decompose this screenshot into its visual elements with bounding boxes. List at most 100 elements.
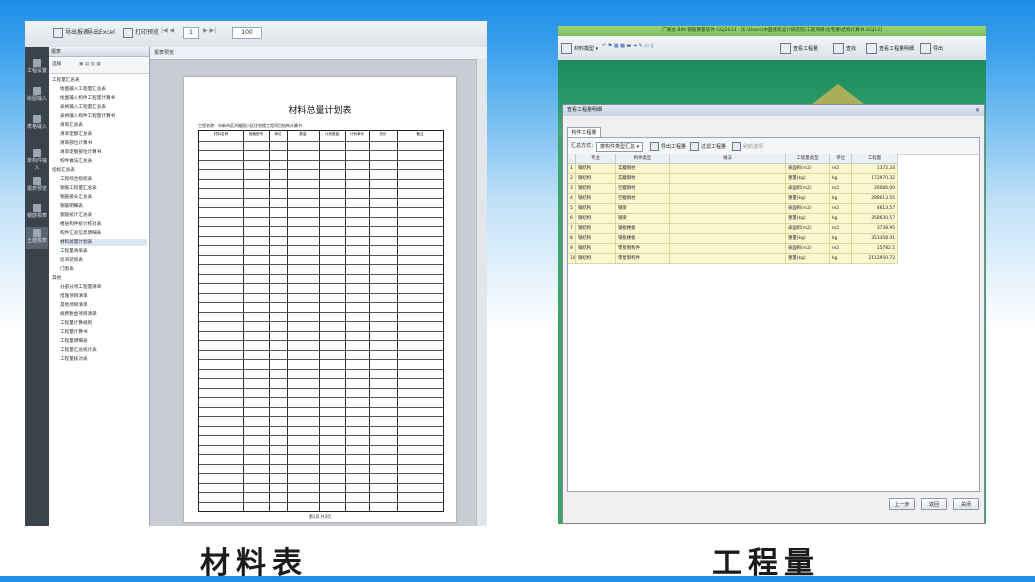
find-button[interactable]: 查找 xyxy=(833,43,856,54)
summary-select[interactable]: 按构件类型汇总 ▾ xyxy=(596,142,644,152)
grid-cell xyxy=(670,234,786,244)
zoom-input[interactable]: 100 xyxy=(232,27,262,39)
tree-item[interactable]: 措施项目清单 xyxy=(60,293,147,300)
grid-cell xyxy=(670,164,786,174)
rail-item-report-preview[interactable]: 报表预览 xyxy=(26,175,48,197)
tree-item[interactable]: 材料总量计划表 xyxy=(60,239,147,246)
tree-item[interactable]: 指标汇总表 xyxy=(52,167,147,174)
grid-cell: 172970.32 xyxy=(852,174,898,184)
close-icon[interactable]: ✕ xyxy=(975,105,980,116)
printer-icon xyxy=(123,27,133,38)
material-model-dropdown[interactable]: 材料模型 ▾ xyxy=(561,43,598,54)
tree-item[interactable]: 工程量清单表 xyxy=(60,248,147,255)
tree-item[interactable]: 清单汇总表 xyxy=(60,122,147,129)
quantity-dialog: 查看工程量明细 ✕ 构件工程量 汇总方式： 按构件类型汇总 ▾ 导出工程量 过滤… xyxy=(562,104,985,524)
print-preview-button[interactable]: 打印预览 xyxy=(123,27,159,38)
tree-item[interactable]: 表格输入工程量汇总表 xyxy=(60,104,147,111)
grid-cell: 26086.00 xyxy=(852,184,898,194)
grid-cell: m2 xyxy=(830,224,852,234)
tree-item[interactable]: 其他 xyxy=(52,275,147,282)
tree-item[interactable]: 工程综合指标表 xyxy=(60,176,147,183)
page-input[interactable]: 1 xyxy=(183,27,199,39)
close-button[interactable]: 关闭 xyxy=(953,498,979,510)
grid-cell: 353358.41 xyxy=(852,234,898,244)
table-row xyxy=(199,140,443,142)
tree-item[interactable]: 清单定额部位计算书 xyxy=(60,149,147,156)
tree-item[interactable]: 工程量计算规则 xyxy=(60,320,147,327)
tree-item[interactable]: 构件做法汇总表 xyxy=(60,158,147,165)
table-row xyxy=(199,235,443,237)
export-button[interactable]: 导出 xyxy=(920,43,943,54)
tree-item[interactable]: 规费税金项目清单 xyxy=(60,311,147,318)
tree-item[interactable]: 工程量汇总统计表 xyxy=(60,347,147,354)
tree-item[interactable]: 钢筋明细表 xyxy=(60,203,147,210)
grid-cell: 钢结构 xyxy=(576,234,616,244)
tool-icons-group[interactable]: ↶ ⚑ ▦ ▩ ▬ ➜ ✎ ▭ ▯ xyxy=(602,43,653,49)
vertical-scrollbar[interactable] xyxy=(476,59,487,526)
table-row xyxy=(199,264,443,265)
rail-item-project-settings[interactable]: 工程设置 xyxy=(26,57,48,79)
export-excel-button[interactable]: 导出Excel xyxy=(87,27,115,36)
tree-tool-icons[interactable]: ▣ ▤ ▥ ▦ xyxy=(79,61,101,68)
tree-item[interactable]: 房间装修表 xyxy=(60,257,147,264)
export-icon xyxy=(53,27,63,38)
refresh-options-button[interactable]: 刷新选项 xyxy=(732,142,763,151)
grid-cell: 表面积(m2) xyxy=(786,164,830,174)
tree-item[interactable]: 构件汇总信息明细表 xyxy=(60,230,147,237)
rail-item-civil-report[interactable]: 土建报表 xyxy=(26,227,48,249)
tab-report-preview[interactable]: 报表预览 xyxy=(150,47,487,60)
grid-cell: m2 xyxy=(830,184,852,194)
tree-item[interactable]: 绘图输入工程量汇总表 xyxy=(60,86,147,93)
export-report-button[interactable]: 导出报表 xyxy=(53,27,89,38)
report-tree-panel: 报表 选择 ▣ ▤ ▥ ▦ 工程量汇总表 绘图输入工程量汇总表 绘图输入构件工程量计… xyxy=(49,47,150,526)
grid-cell: 重量(kg) xyxy=(786,174,830,184)
view-quantity-button[interactable]: 查看工程量 xyxy=(780,43,818,54)
tree-item[interactable]: 钢筋工程量汇总表 xyxy=(60,185,147,192)
tree-item[interactable]: 工程量计算书 xyxy=(60,329,147,336)
filter-quantity-button[interactable]: 过滤工程量 xyxy=(690,142,726,151)
tree-item[interactable]: 表格输入构件工程量计算书 xyxy=(60,113,147,120)
tree-item[interactable]: 楼层构件统计校对表 xyxy=(60,221,147,228)
tree-item[interactable]: 工程量核对表 xyxy=(60,356,147,363)
material-table: 材料名称 规格型号 单位 数量 计划数量 计划单价 总价 备注 xyxy=(198,130,444,512)
grid-header-cell: 做法 xyxy=(670,154,786,164)
table-icon xyxy=(33,115,41,123)
tree-item[interactable]: 钢筋接头汇总表 xyxy=(60,194,147,201)
select-button[interactable]: 选择 xyxy=(52,61,61,68)
tree-item[interactable]: 工程量明细表 xyxy=(60,338,147,345)
grid-cell: 表面积(m2) xyxy=(786,224,830,234)
component-icon xyxy=(33,149,41,157)
tree-item[interactable]: 钢筋统计汇总表 xyxy=(60,212,147,219)
grid-cell: 空腹钢柱 xyxy=(616,194,670,204)
grid-cell: 重量(kg) xyxy=(786,214,830,224)
tree-item[interactable]: 其他项目清单 xyxy=(60,302,147,309)
tree-item[interactable]: 门窗表 xyxy=(60,266,147,273)
tree-item[interactable]: 清单定额汇总表 xyxy=(60,131,147,138)
civil-report-icon xyxy=(33,229,41,237)
export-quantity-button[interactable]: 导出工程量 xyxy=(650,142,686,151)
grid-cell: 钢结构 xyxy=(576,164,616,174)
page-number: 第1页 共3页 xyxy=(308,514,332,519)
rail-item-single-component[interactable]: 单构件输入 xyxy=(26,147,48,171)
grid-cell: 重量(kg) xyxy=(786,234,830,244)
grid-cell: 2112950.72 xyxy=(852,254,898,264)
next-page-icon[interactable]: ▶ ▶| xyxy=(203,27,216,34)
tree-item[interactable]: 绘图输入构件工程量计算书 xyxy=(60,95,147,102)
grid-cell: 零星钢构件 xyxy=(616,244,670,254)
first-page-icon[interactable]: |◀ ◀ xyxy=(161,27,174,34)
tree-item[interactable]: 分部分项工程量清单 xyxy=(60,284,147,291)
grid-corner-cell xyxy=(568,154,576,164)
table-header-cell: 材料名称 xyxy=(213,132,229,136)
table-row xyxy=(199,311,443,313)
grid-cell: m2 xyxy=(830,244,852,254)
prev-button[interactable]: 上一步 xyxy=(889,498,915,510)
view-quantity-detail-button[interactable]: 查看工程量明细 xyxy=(866,43,914,54)
table-row xyxy=(199,169,443,170)
rail-item-rebar-report[interactable]: 钢筋报表 xyxy=(26,202,48,224)
rail-item-table-input[interactable]: 表格输入 xyxy=(26,113,48,135)
return-button[interactable]: 返回 xyxy=(921,498,947,510)
grid-cell: 零星钢构件 xyxy=(616,254,670,264)
tree-item[interactable]: 清单部位计算书 xyxy=(60,140,147,147)
tree-item[interactable]: 工程量汇总表 xyxy=(52,77,147,84)
rail-item-drawing-input[interactable]: 绘图输入 xyxy=(26,85,48,107)
